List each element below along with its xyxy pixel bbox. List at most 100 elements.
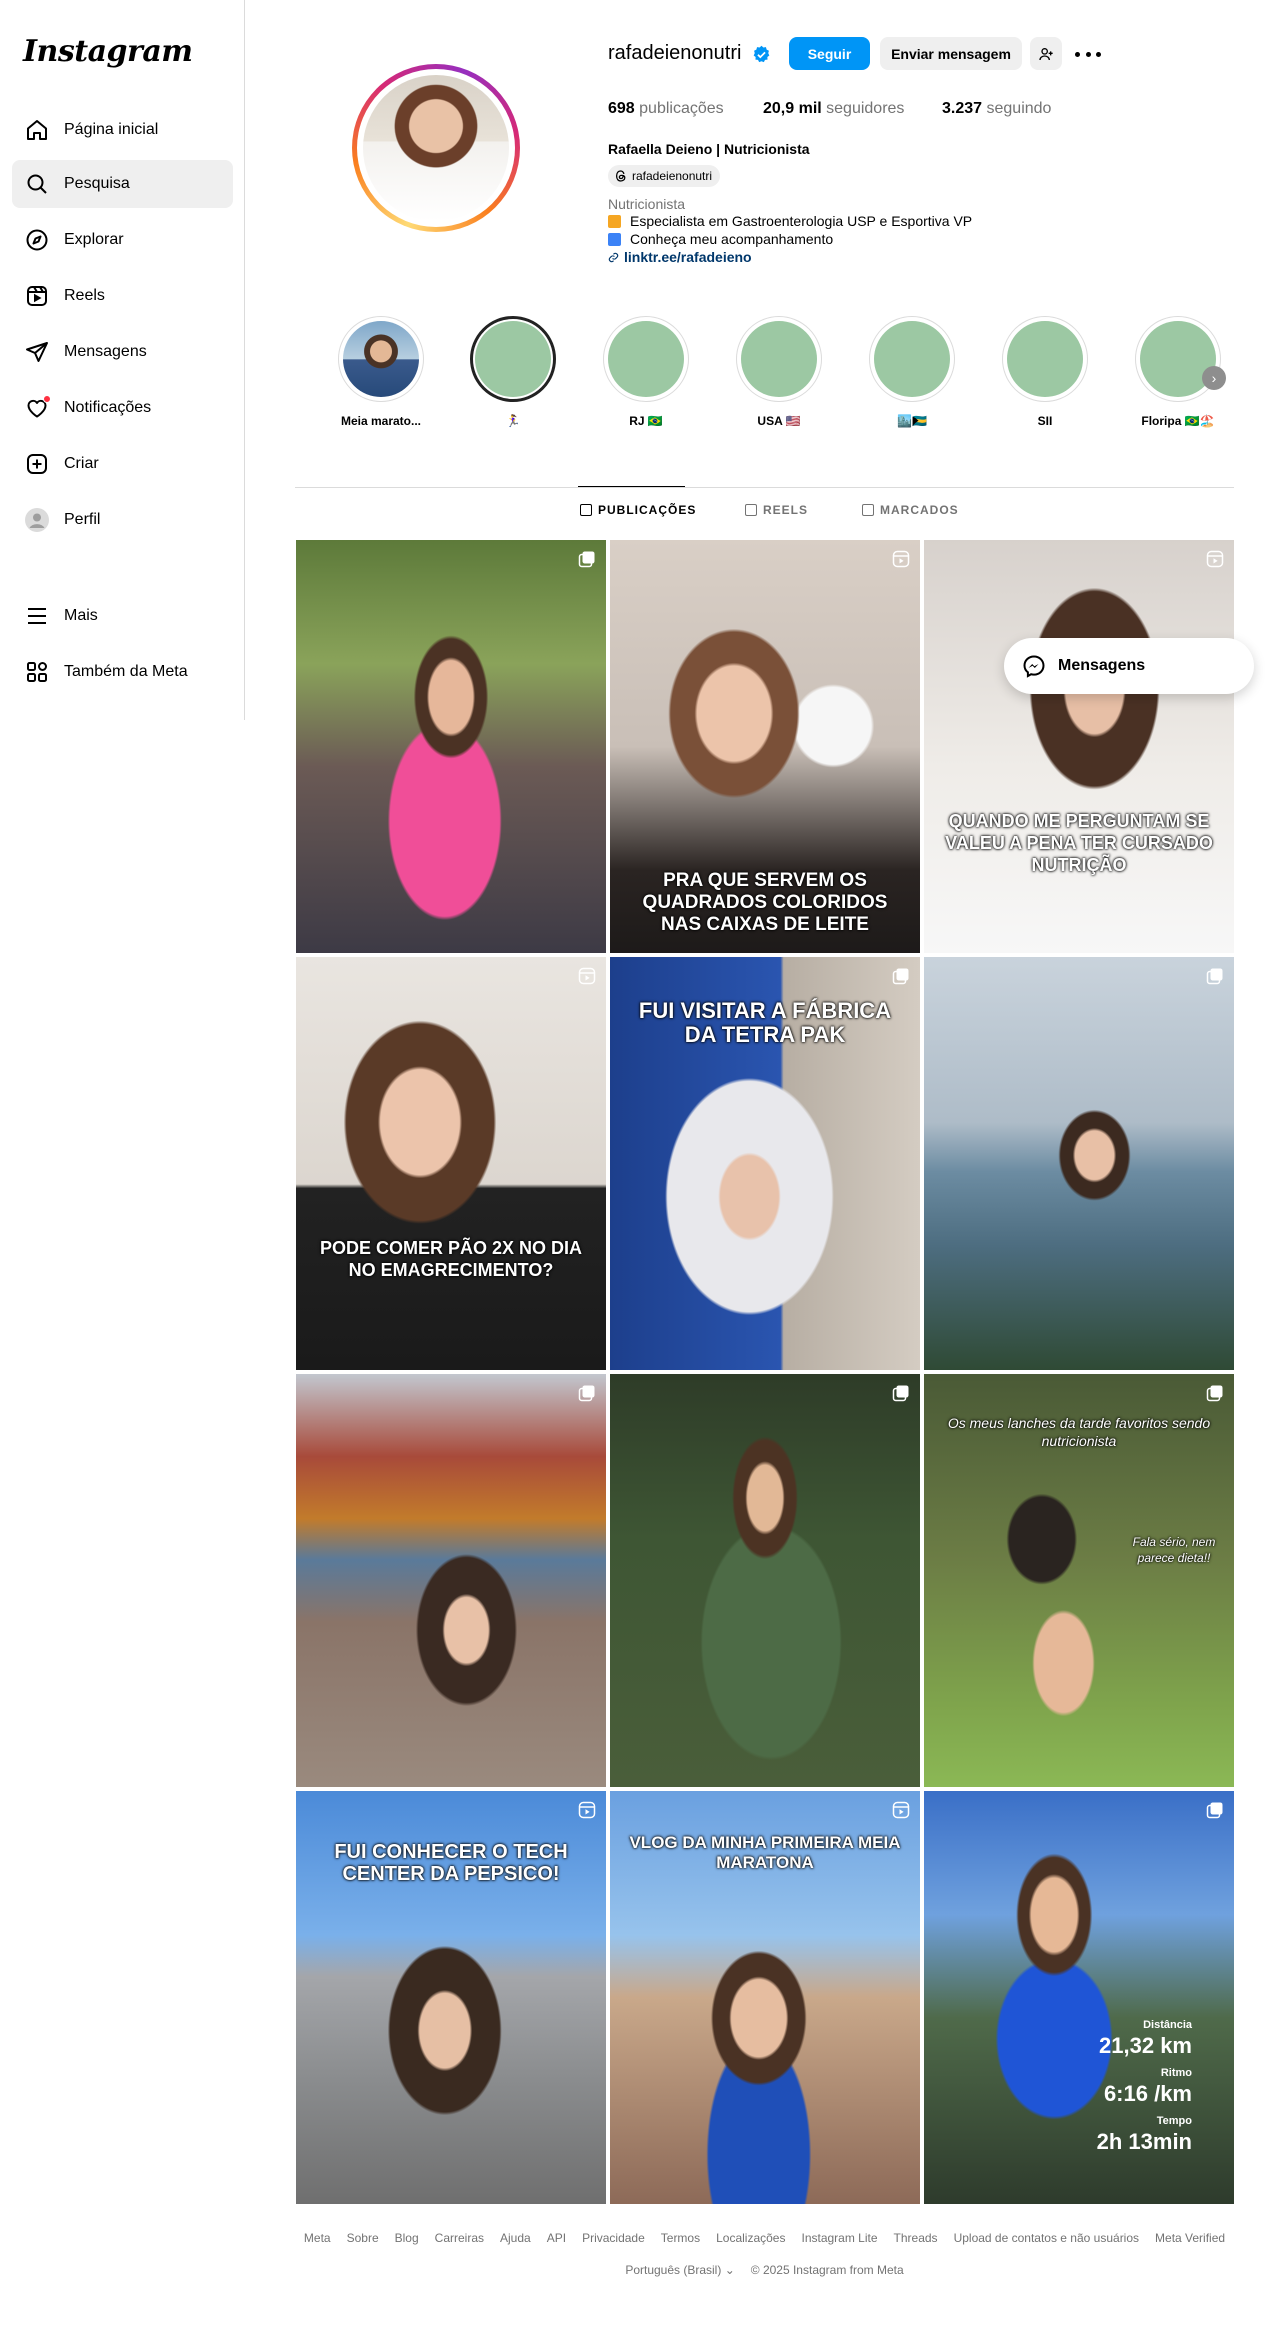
carousel-icon <box>578 551 595 568</box>
chevron-down-icon: ⌄ <box>724 2263 735 2277</box>
footer-link[interactable]: Ajuda <box>500 2231 531 2245</box>
footer-link[interactable]: Carreiras <box>435 2231 484 2245</box>
footer-link[interactable]: Privacidade <box>582 2231 645 2245</box>
highlight-label: RJ 🇧🇷 <box>629 414 663 428</box>
highlight-item[interactable]: 🏙️🇧🇸 <box>857 316 967 428</box>
sidebar-item-profile[interactable]: Perfil <box>12 496 233 544</box>
sidebar-item-label: Página inicial <box>64 121 159 138</box>
highlight-item[interactable]: RJ 🇧🇷 <box>591 316 701 428</box>
sidebar-item-label: Perfil <box>64 511 101 528</box>
reel-icon <box>1206 550 1224 568</box>
sidebar-item-reels[interactable]: Reels <box>12 272 233 320</box>
tab-tagged[interactable]: MARCADOS <box>862 503 959 517</box>
post-tile[interactable]: PODE COMER PÃO 2X NO DIA NO EMAGRECIMENT… <box>296 957 606 1370</box>
sidebar-item-notifications[interactable]: Notificações <box>12 384 233 432</box>
profile-category: Nutricionista <box>608 196 686 212</box>
footer-bottom: Português (Brasil) ⌄ © 2025 Instagram fr… <box>295 2263 1234 2277</box>
post-tile[interactable]: Os meus lanches da tarde favoritos sendo… <box>924 1374 1234 1787</box>
highlight-item[interactable]: USA 🇺🇸 <box>724 316 834 428</box>
sidebar-item-messages[interactable]: Mensagens <box>12 328 233 376</box>
more-options-icon[interactable] <box>1075 44 1101 64</box>
tab-posts[interactable]: PUBLICAÇÕES <box>580 503 696 517</box>
carousel-icon <box>892 968 909 985</box>
profile-photo <box>363 75 509 221</box>
profile-avatar-story-ring[interactable] <box>352 64 520 232</box>
carousel-icon <box>892 1385 909 1402</box>
bio-link-row[interactable]: linktr.ee/rafadeieno <box>608 249 752 265</box>
footer-link[interactable]: Meta <box>304 2231 331 2245</box>
sidebar-item-more[interactable]: Mais <box>12 592 233 640</box>
post-tile[interactable]: PRA QUE SERVEM OS QUADRADOS COLORIDOS NA… <box>610 540 920 953</box>
suggested-users-button[interactable] <box>1030 37 1062 70</box>
plus-square-icon <box>24 451 50 477</box>
notification-badge <box>43 395 51 403</box>
footer-link[interactable]: Sobre <box>347 2231 379 2245</box>
tab-reels[interactable]: REELS <box>745 503 808 517</box>
active-tab-indicator <box>578 486 685 487</box>
add-user-icon <box>1039 47 1053 60</box>
profile-avatar <box>24 507 50 533</box>
language-selector[interactable]: Português (Brasil) ⌄ <box>625 2263 734 2277</box>
highlight-item[interactable]: Meia marato... <box>326 316 436 428</box>
post-tile[interactable] <box>296 540 606 953</box>
highlight-item[interactable]: 🏃‍♀️ <box>458 316 568 428</box>
footer-link[interactable]: Upload de contatos e não usuários <box>954 2231 1139 2245</box>
footer-link[interactable]: API <box>547 2231 566 2245</box>
messages-floating-button[interactable]: Mensagens <box>1004 638 1254 694</box>
instagram-logo[interactable]: Instagram <box>23 34 193 69</box>
tabs-divider <box>295 487 1234 488</box>
send-message-button[interactable]: Enviar mensagem <box>880 37 1022 70</box>
profile-username: rafadeienonutri <box>608 42 742 64</box>
footer-link[interactable]: Termos <box>661 2231 700 2245</box>
carousel-icon <box>1206 1802 1223 1819</box>
threads-badge[interactable]: rafadeienonutri <box>608 165 721 187</box>
menu-icon <box>24 603 50 629</box>
follow-button[interactable]: Seguir <box>789 37 870 70</box>
highlights-next-chevron-icon[interactable]: › <box>1202 366 1226 390</box>
sidebar-item-label: Explorar <box>64 231 124 248</box>
carousel-icon <box>1206 968 1223 985</box>
highlight-label: Floripa 🇧🇷🏖️ <box>1141 414 1215 428</box>
footer-link[interactable]: Threads <box>894 2231 938 2245</box>
post-tile[interactable]: FUI VISITAR A FÁBRICA DA TETRA PAK <box>610 957 920 1370</box>
carousel-icon <box>1206 1385 1223 1402</box>
sidebar-item-search[interactable]: Pesquisa <box>12 160 233 208</box>
home-icon <box>24 117 50 143</box>
profile-full-name: Rafaella Deieno | Nutricionista <box>608 141 810 157</box>
run-pace-value: 6:16 /km <box>1103 2081 1192 2106</box>
post-overlay-text: PODE COMER PÃO 2X NO DIA NO EMAGRECIMENT… <box>319 1238 583 1280</box>
run-time-label: Tempo <box>1156 2115 1192 2127</box>
post-tile[interactable]: VLOG DA MINHA PRIMEIRA MEIA MARATONA <box>610 1791 920 2204</box>
highlight-label: 🏙️🇧🇸 <box>897 414 927 428</box>
following-count[interactable]: 3.237 seguindo <box>942 100 1051 118</box>
highlight-item[interactable]: SII <box>990 316 1100 428</box>
bio-link[interactable]: linktr.ee/rafadeieno <box>624 249 752 265</box>
post-tile[interactable]: QUANDO ME PERGUNTAM SE VALEU A PENA TER … <box>924 540 1234 953</box>
post-overlay-text: VLOG DA MINHA PRIMEIRA MEIA MARATONA <box>629 1833 901 1872</box>
reel-icon <box>578 967 596 985</box>
post-tile[interactable]: FUI CONHECER O TECH CENTER DA PEPSICO! <box>296 1791 606 2204</box>
run-distance-value: 21,32 km <box>1099 2033 1192 2058</box>
followers-count[interactable]: 20,9 mil seguidores <box>763 100 904 118</box>
verified-badge-icon <box>753 45 770 63</box>
reel-icon <box>892 1801 910 1819</box>
footer-link[interactable]: Instagram Lite <box>801 2231 877 2245</box>
footer-link[interactable]: Blog <box>395 2231 419 2245</box>
direct-icon <box>24 339 50 365</box>
sidebar-item-home[interactable]: Página inicial <box>12 106 233 154</box>
sidebar-item-meta[interactable]: Também da Meta <box>12 648 233 696</box>
compass-icon <box>24 227 50 253</box>
post-overlay-text: Os meus lanches da tarde favoritos sendo… <box>947 1415 1211 1449</box>
post-overlay-text: FUI CONHECER O TECH CENTER DA PEPSICO! <box>334 1841 568 1885</box>
post-tile[interactable] <box>610 1374 920 1787</box>
footer-link[interactable]: Localizações <box>716 2231 785 2245</box>
sidebar-item-explore[interactable]: Explorar <box>12 216 233 264</box>
sidebar-item-label: Criar <box>64 455 99 472</box>
post-tile[interactable] <box>296 1374 606 1787</box>
footer-link[interactable]: Meta Verified <box>1155 2231 1225 2245</box>
sidebar-item-create[interactable]: Criar <box>12 440 233 488</box>
post-tile[interactable] <box>924 957 1234 1370</box>
post-tile[interactable]: Distância 21,32 km Ritmo 6:16 /km Tempo … <box>924 1791 1234 2204</box>
bio-line-1: Especialista em Gastroenterologia USP e … <box>608 213 972 229</box>
run-time-value: 2h 13min <box>1096 2129 1192 2154</box>
